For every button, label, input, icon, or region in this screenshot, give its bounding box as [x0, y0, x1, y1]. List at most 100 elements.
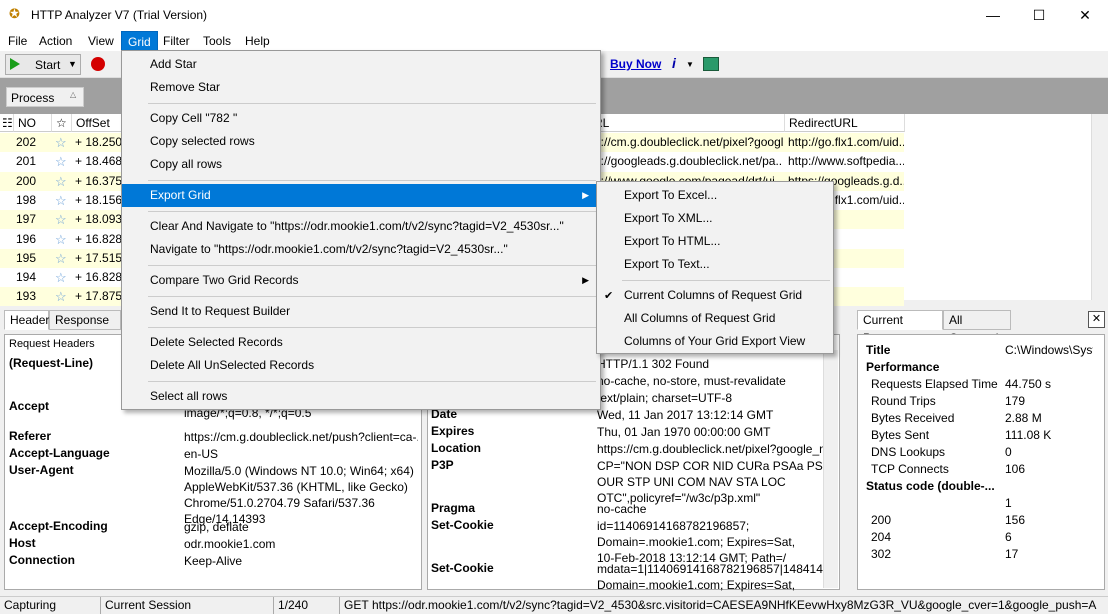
column-header-star[interactable]: ☆ — [52, 114, 72, 132]
grid-menu-item-label: Copy selected rows — [150, 134, 255, 148]
grid-menu-item[interactable]: Copy selected rows — [122, 130, 599, 153]
cell-offset: + 17.875 — [75, 289, 123, 304]
grid-menu-item[interactable]: Export Grid ▶ — [122, 184, 599, 207]
tab-all-captured[interactable]: All Captured — [943, 310, 1011, 345]
header-name: Accept-Encoding — [9, 519, 108, 533]
response-value: text/plain; charset=UTF-8 — [597, 391, 733, 405]
grid-menu-item[interactable]: Delete All UnSelected Records — [122, 354, 599, 377]
tab-response-content[interactable]: Response Co — [49, 310, 121, 330]
play-icon — [10, 58, 20, 70]
status-count: 1/240 — [274, 597, 340, 614]
buy-now-link[interactable]: Buy Now — [610, 57, 661, 71]
grid-menu-item[interactable]: Select all rows — [122, 385, 599, 408]
star-icon[interactable]: ☆ — [55, 191, 71, 210]
menu-file[interactable]: File — [2, 31, 33, 51]
cell-no: 202 — [16, 135, 37, 149]
stat-value: 111.08 K — [1005, 428, 1052, 442]
menu-separator — [148, 381, 596, 382]
star-icon[interactable]: ☆ — [55, 152, 71, 171]
menu-grid[interactable]: Grid — [121, 31, 158, 51]
export-menu-item[interactable]: All Columns of Request Grid — [597, 307, 833, 330]
grid-scrollbar[interactable] — [1091, 114, 1108, 300]
minimize-button[interactable]: — — [970, 0, 1016, 31]
star-icon[interactable]: ☆ — [55, 210, 71, 229]
menu-separator — [148, 296, 596, 297]
submenu-arrow-icon: ▶ — [582, 190, 589, 200]
grid-menu-item-label: Export Grid — [150, 188, 211, 202]
info-icon[interactable]: i — [672, 55, 676, 71]
menu-filter[interactable]: Filter — [157, 31, 196, 51]
header-value: odr.mookie1.com — [184, 537, 276, 551]
export-menu-item[interactable]: Export To Excel... — [597, 184, 833, 207]
cell-no: 200 — [16, 173, 37, 188]
maximize-button[interactable]: ☐ — [1016, 0, 1062, 31]
tab-header[interactable]: Header — [4, 310, 49, 330]
stat-name: DNS Lookups — [871, 445, 946, 459]
response-header-value: no-cache — [597, 502, 647, 516]
cell-url: ps://googleads.g.doubleclick.net/pa... — [588, 154, 783, 169]
status-method: GET — [344, 598, 369, 612]
column-header-url[interactable]: RL — [590, 114, 785, 132]
export-menu-item[interactable]: Current Columns of Request Grid — [597, 284, 833, 307]
export-menu-item[interactable]: Export To XML... — [597, 207, 833, 230]
star-icon[interactable]: ☆ — [55, 268, 71, 287]
cell-no: 201 — [16, 154, 37, 169]
chevron-down-icon[interactable]: ▼ — [68, 59, 77, 69]
cell-url: ps://cm.g.doubleclick.net/pixel?googl... — [588, 135, 783, 149]
star-icon[interactable]: ☆ — [55, 133, 71, 152]
book-icon[interactable] — [703, 57, 719, 71]
response-header-value: id=11406914168782196857; Domain=.mookie1… — [597, 519, 796, 565]
star-icon[interactable]: ☆ — [55, 287, 71, 306]
export-menu-item[interactable]: Export To Text... — [597, 253, 833, 276]
menu-view[interactable]: View — [82, 31, 120, 51]
app-icon: ✪ — [9, 6, 20, 21]
column-header-offset[interactable]: OffSet — [72, 114, 122, 132]
menu-help[interactable]: Help — [239, 31, 276, 51]
grid-menu-item[interactable]: Copy all rows — [122, 153, 599, 176]
grid-menu-item[interactable]: Delete Selected Records — [122, 331, 599, 354]
grid-menu-item[interactable]: Remove Star — [122, 76, 599, 99]
sort-icon: △ — [70, 90, 77, 99]
grid-menu-item-label: Remove Star — [150, 80, 221, 94]
header-name: User-Agent — [9, 463, 74, 477]
grid-menu-item-label: Clear And Navigate to "https://odr.mooki… — [150, 219, 564, 233]
menu-tools[interactable]: Tools — [197, 31, 237, 51]
close-icon[interactable]: ✕ — [1088, 311, 1105, 328]
star-icon[interactable]: ☆ — [55, 249, 71, 268]
info-dropdown-icon[interactable]: ▼ — [686, 60, 694, 69]
request-headers-title: Request Headers — [9, 338, 95, 350]
stat-name: Round Trips — [871, 394, 936, 408]
response-header-value: Wed, 11 Jan 2017 13:12:14 GMT — [597, 408, 774, 422]
header-value: gzip, deflate — [184, 520, 249, 534]
close-button[interactable]: ✕ — [1062, 0, 1108, 31]
stop-icon[interactable] — [91, 57, 105, 71]
stat-name: Requests Elapsed Time — [871, 377, 998, 391]
menu-separator — [148, 103, 596, 104]
star-icon[interactable]: ☆ — [55, 230, 71, 249]
column-header-no[interactable]: NO — [14, 114, 52, 132]
cell-no: 198 — [16, 192, 37, 207]
response-header-name: Set-Cookie — [431, 561, 494, 575]
export-menu-item[interactable]: Columns of Your Grid Export View — [597, 330, 833, 353]
stats-performance-header: Performance — [866, 360, 940, 374]
grid-menu-item[interactable]: Add Star — [122, 53, 599, 76]
column-header-redirect[interactable]: RedirectURL — [785, 114, 905, 132]
grid-menu-item[interactable]: Send It to Request Builder — [122, 300, 599, 323]
tab-current-process[interactable]: Current Process — [857, 310, 943, 345]
export-menu-item[interactable]: Export To HTML... — [597, 230, 833, 253]
grid-menu-item[interactable]: Navigate to "https://odr.mookie1.com/t/v… — [122, 238, 599, 261]
grid-menu-item[interactable]: Clear And Navigate to "https://odr.mooki… — [122, 215, 599, 238]
cell-offset: + 18.093 — [75, 212, 123, 227]
grid-menu-item[interactable]: Compare Two Grid Records ▶ — [122, 269, 599, 292]
status-count: 156 — [1005, 513, 1026, 527]
response-header-value: CP="NON DSP COR NID CURa PSAa PSDa OUR S… — [597, 459, 823, 505]
menu-separator — [148, 327, 596, 328]
status-count: 1 — [1005, 496, 1012, 510]
grid-menu-item[interactable]: Copy Cell "782 " — [122, 107, 599, 130]
star-icon[interactable]: ☆ — [55, 172, 71, 191]
cell-no: 194 — [16, 270, 37, 285]
response-scrollbar[interactable] — [823, 350, 838, 588]
menu-action[interactable]: Action — [33, 31, 78, 51]
grid-menu-icon[interactable]: ☷ — [0, 114, 14, 132]
response-header-value: mdata=1|11406914168782196857|14841403: D… — [597, 562, 823, 592]
